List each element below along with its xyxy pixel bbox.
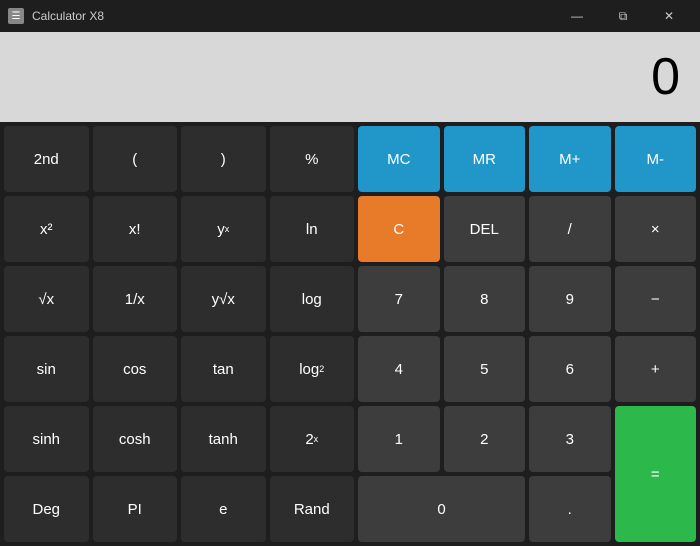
add-button[interactable]: + (615, 336, 697, 402)
tan-button[interactable]: tan (181, 336, 266, 402)
y-to-x-button[interactable]: yx (181, 196, 266, 262)
calc-body: 2nd ( ) % x² x! yx ln √x 1/x y√x log sin… (0, 122, 700, 546)
degree-button[interactable]: Deg (4, 476, 89, 542)
two-button[interactable]: 2 (444, 406, 526, 472)
close-button[interactable]: ✕ (646, 0, 692, 32)
percent-button[interactable]: % (270, 126, 355, 192)
one-button[interactable]: 1 (358, 406, 440, 472)
sqrt-button[interactable]: √x (4, 266, 89, 332)
ln-button[interactable]: ln (270, 196, 355, 262)
x-factorial-button[interactable]: x! (93, 196, 178, 262)
memory-recall-button[interactable]: MR (444, 126, 526, 192)
memory-add-button[interactable]: M+ (529, 126, 611, 192)
four-button[interactable]: 4 (358, 336, 440, 402)
random-button[interactable]: Rand (270, 476, 355, 542)
second-button[interactable]: 2nd (4, 126, 89, 192)
multiply-button[interactable]: × (615, 196, 697, 262)
y-root-x-button[interactable]: y√x (181, 266, 266, 332)
seven-button[interactable]: 7 (358, 266, 440, 332)
two-to-x-button[interactable]: 2x (270, 406, 355, 472)
cos-button[interactable]: cos (93, 336, 178, 402)
sin-button[interactable]: sin (4, 336, 89, 402)
pi-button[interactable]: PI (93, 476, 178, 542)
app-icon: ☰ (8, 8, 24, 24)
decimal-button[interactable]: . (529, 476, 611, 542)
log-button[interactable]: log (270, 266, 355, 332)
log2-button[interactable]: log2 (270, 336, 355, 402)
subtract-button[interactable]: − (615, 266, 697, 332)
left-panel: 2nd ( ) % x² x! yx ln √x 1/x y√x log sin… (4, 126, 354, 542)
tanh-button[interactable]: tanh (181, 406, 266, 472)
reciprocal-button[interactable]: 1/x (93, 266, 178, 332)
title-bar: ☰ Calculator X8 — ⧉ ✕ (0, 0, 700, 32)
close-paren-button[interactable]: ) (181, 126, 266, 192)
minimize-button[interactable]: — (554, 0, 600, 32)
six-button[interactable]: 6 (529, 336, 611, 402)
five-button[interactable]: 5 (444, 336, 526, 402)
open-paren-button[interactable]: ( (93, 126, 178, 192)
display-area: 0 (0, 32, 700, 122)
three-button[interactable]: 3 (529, 406, 611, 472)
app-title: Calculator X8 (32, 9, 554, 23)
clear-button[interactable]: C (358, 196, 440, 262)
equals-button[interactable]: = (615, 406, 697, 542)
right-panel: MC MR M+ M- C DEL / × 7 8 9 − 4 5 6 + 1 … (358, 126, 696, 542)
window-controls: — ⧉ ✕ (554, 0, 692, 32)
memory-subtract-button[interactable]: M- (615, 126, 697, 192)
display-value: 0 (651, 47, 680, 107)
maximize-button[interactable]: ⧉ (600, 0, 646, 32)
divide-button[interactable]: / (529, 196, 611, 262)
sinh-button[interactable]: sinh (4, 406, 89, 472)
eight-button[interactable]: 8 (444, 266, 526, 332)
x-squared-button[interactable]: x² (4, 196, 89, 262)
memory-clear-button[interactable]: MC (358, 126, 440, 192)
euler-button[interactable]: e (181, 476, 266, 542)
delete-button[interactable]: DEL (444, 196, 526, 262)
zero-button[interactable]: 0 (358, 476, 525, 542)
cosh-button[interactable]: cosh (93, 406, 178, 472)
nine-button[interactable]: 9 (529, 266, 611, 332)
